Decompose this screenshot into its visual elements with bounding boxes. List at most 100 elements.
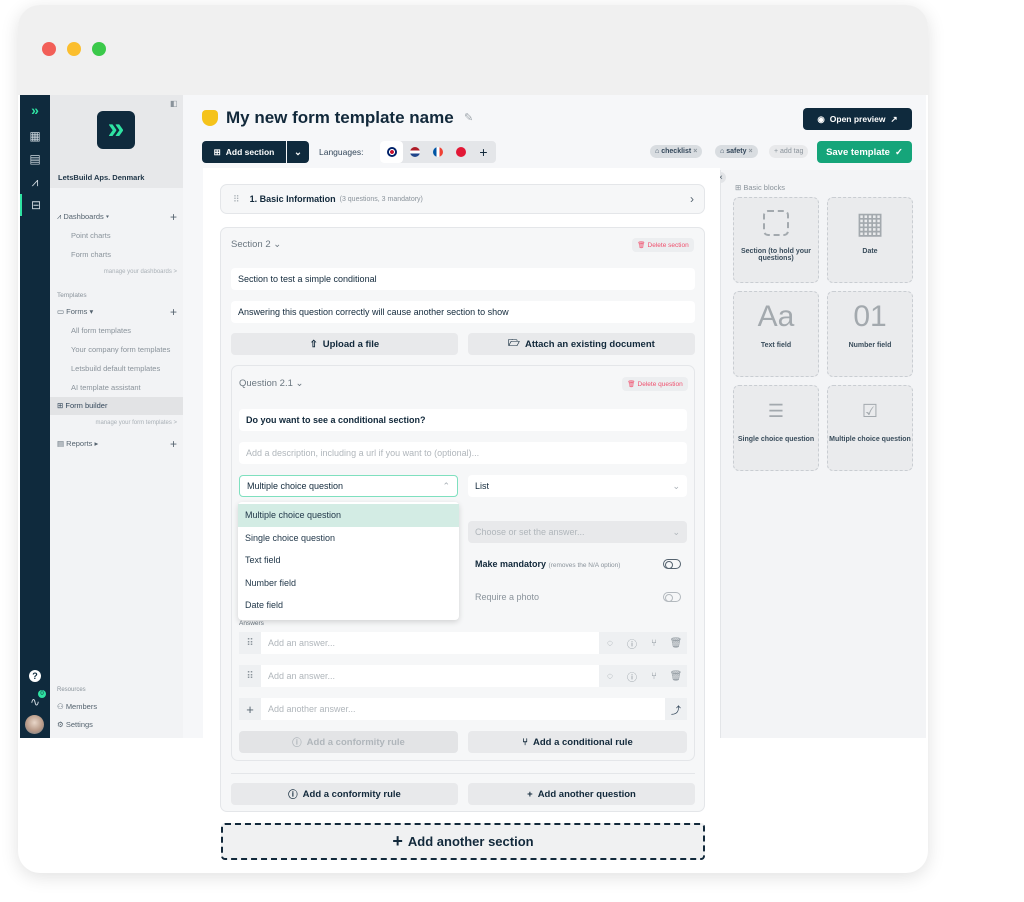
sidebar-form-builder[interactable]: ⊞ Form builder <box>50 397 183 415</box>
upload-file-button[interactable]: ⇧ Upload a file <box>231 333 458 355</box>
delete-section-button[interactable]: 🗑 Delete section <box>632 238 694 252</box>
option-multiple-choice[interactable]: Multiple choice question <box>238 504 459 527</box>
sidebar-all-form-templates[interactable]: All form templates <box>50 322 183 340</box>
section-2-title[interactable]: Section 2 ⌄ <box>231 239 281 250</box>
sidebar-members[interactable]: ⚇ Members <box>50 698 183 716</box>
clipboard-icon: ▭ <box>57 307 67 316</box>
add-tag-button[interactable]: + add tag <box>769 145 809 158</box>
display-select[interactable]: List ⌄ <box>468 475 687 497</box>
option-number-field[interactable]: Number field <box>238 572 459 595</box>
delete-question-button[interactable]: 🗑 Delete question <box>622 377 688 391</box>
question-title[interactable]: Question 2.1 ⌄ <box>239 378 303 389</box>
sidebar-point-charts[interactable]: Point charts <box>50 227 183 245</box>
section-conformity-rule-button[interactable]: ⓘ Add a conformity rule <box>231 783 458 805</box>
conditional-rule-button[interactable]: ⑂ Add a conditional rule <box>468 731 687 753</box>
block-number-field[interactable]: 01 Number field <box>827 291 913 377</box>
open-preview-button[interactable]: ◉ Open preview ↗ <box>803 108 912 130</box>
maximize-window-button[interactable] <box>92 42 106 56</box>
project-search-icon[interactable]: ▤ <box>20 148 50 170</box>
sidebar-company-templates[interactable]: Your company form templates <box>50 341 183 359</box>
attach-document-button[interactable]: 🗁 Attach an existing document <box>468 333 695 355</box>
section-basic-information[interactable]: ⠿ 1. Basic Information (3 questions, 3 ma… <box>220 184 705 214</box>
block-section[interactable]: Section (to hold your questions) <box>733 197 819 283</box>
sidebar-dashboards[interactable]: ⩘ Dashboards ▾ + <box>50 208 183 226</box>
manage-forms-link[interactable]: manage your form templates > <box>95 420 177 426</box>
add-section-dropdown[interactable]: ⌄ <box>287 141 309 163</box>
upload-icon: ⇧ <box>309 338 318 350</box>
remove-tag-icon[interactable]: × <box>748 148 752 155</box>
add-answer-input[interactable]: Add another answer... <box>261 698 665 720</box>
remove-tag-icon[interactable]: × <box>693 148 697 155</box>
question-text-input[interactable]: Do you want to see a conditional section… <box>239 409 687 431</box>
sidebar-forms[interactable]: ▭ Forms ▾ + <box>50 303 183 321</box>
manage-dashboards-link[interactable]: manage your dashboards > <box>104 269 177 275</box>
analytics-icon[interactable]: ⩘ <box>20 171 50 193</box>
collapse-sidebar-icon[interactable]: ◧ <box>170 99 178 108</box>
block-single-choice[interactable]: ☰ Single choice question <box>733 385 819 471</box>
block-multiple-choice[interactable]: ☑ Multiple choice question <box>827 385 913 471</box>
language-french[interactable] <box>426 141 449 163</box>
add-report-icon[interactable]: + <box>170 435 177 453</box>
answer-input[interactable]: Add an answer... <box>261 632 599 654</box>
title-bar <box>18 5 928 95</box>
drag-handle-icon[interactable]: ⠿ <box>239 632 261 654</box>
add-question-button[interactable]: + Add another question <box>468 783 695 805</box>
question-description-input[interactable]: Add a description, including a url if yo… <box>239 442 687 464</box>
add-language-button[interactable]: + <box>472 141 495 163</box>
drag-handle-icon[interactable]: ⠿ <box>239 665 261 687</box>
language-dutch[interactable] <box>403 141 426 163</box>
photo-toggle[interactable] <box>663 592 681 602</box>
tag-safety[interactable]: ⌂ safety × <box>715 145 758 158</box>
sidebar-default-templates[interactable]: Letsbuild default templates <box>50 360 183 378</box>
user-avatar[interactable] <box>25 715 44 734</box>
answer-select[interactable]: Choose or set the answer... ⌄ <box>468 521 687 543</box>
template-title[interactable]: My new form template name <box>226 108 454 128</box>
block-date[interactable]: ▦ Date <box>827 197 913 283</box>
sidebar-ai-assistant[interactable]: AI template assistant <box>50 379 183 397</box>
company-header: » LetsBuild Aps. Denmark ◧ <box>50 95 183 188</box>
language-english[interactable] <box>380 141 403 163</box>
check-circle-icon[interactable]: ◌ <box>599 632 621 654</box>
logo-icon[interactable]: » <box>20 99 50 121</box>
section-description-input[interactable]: Answering this question correctly will c… <box>231 301 695 323</box>
sidebar-form-charts[interactable]: Form charts <box>50 246 183 264</box>
drag-handle-icon[interactable]: ⠿ <box>233 194 240 205</box>
close-window-button[interactable] <box>42 42 56 56</box>
check-circle-icon[interactable]: ◌ <box>599 665 621 687</box>
chevron-right-icon[interactable]: › <box>690 192 694 206</box>
edit-title-icon[interactable]: ✎ <box>464 111 473 124</box>
sidebar-reports[interactable]: ▤ Reports ▸ + <box>50 435 183 453</box>
form-builder-nav-icon[interactable]: ⊟ <box>20 194 50 216</box>
add-dashboard-icon[interactable]: + <box>170 208 177 226</box>
add-another-section-button[interactable]: + Add another section <box>221 823 705 860</box>
question-conformity-rule-button[interactable]: ⓘ Add a conformity rule <box>239 731 458 753</box>
submit-arrow-icon[interactable]: ⤴ <box>665 698 687 720</box>
block-text-field[interactable]: Aa Text field <box>733 291 819 377</box>
trash-icon[interactable]: 🗑 <box>665 632 687 654</box>
option-text-field[interactable]: Text field <box>238 549 459 572</box>
answer-input[interactable]: Add an answer... <box>261 665 599 687</box>
save-template-button[interactable]: Save template ✓ <box>817 141 912 163</box>
add-form-icon[interactable]: + <box>170 303 177 321</box>
tag-checklist[interactable]: ⌂ checklist × <box>650 145 703 158</box>
minimize-window-button[interactable] <box>67 42 81 56</box>
language-danish[interactable] <box>449 141 472 163</box>
trash-icon[interactable]: 🗑 <box>665 665 687 687</box>
section-name-input[interactable]: Section to test a simple conditional <box>231 268 695 290</box>
plus-icon[interactable]: + <box>239 698 261 720</box>
help-icon[interactable]: ? <box>29 670 41 682</box>
branch-icon[interactable]: ⑂ <box>643 665 665 687</box>
add-section-button[interactable]: ⊞ Add section <box>202 141 286 163</box>
info-icon[interactable]: ⓘ <box>621 665 643 687</box>
option-single-choice[interactable]: Single choice question <box>238 527 459 550</box>
option-date-field[interactable]: Date field <box>238 594 459 617</box>
answer-row: ⠿ Add an answer... ◌ ⓘ ⑂ 🗑 <box>239 632 687 654</box>
projects-icon[interactable]: ▦ <box>20 125 50 147</box>
info-icon[interactable]: ⓘ <box>621 632 643 654</box>
mandatory-toggle[interactable] <box>663 559 681 569</box>
branch-icon[interactable]: ⑂ <box>643 632 665 654</box>
check-icon: ✓ <box>894 146 903 158</box>
question-type-select[interactable]: Multiple choice question ⌃ <box>239 475 458 497</box>
calendar-icon: ▦ <box>855 206 885 240</box>
sidebar-settings[interactable]: ⚙ Settings <box>50 716 183 734</box>
